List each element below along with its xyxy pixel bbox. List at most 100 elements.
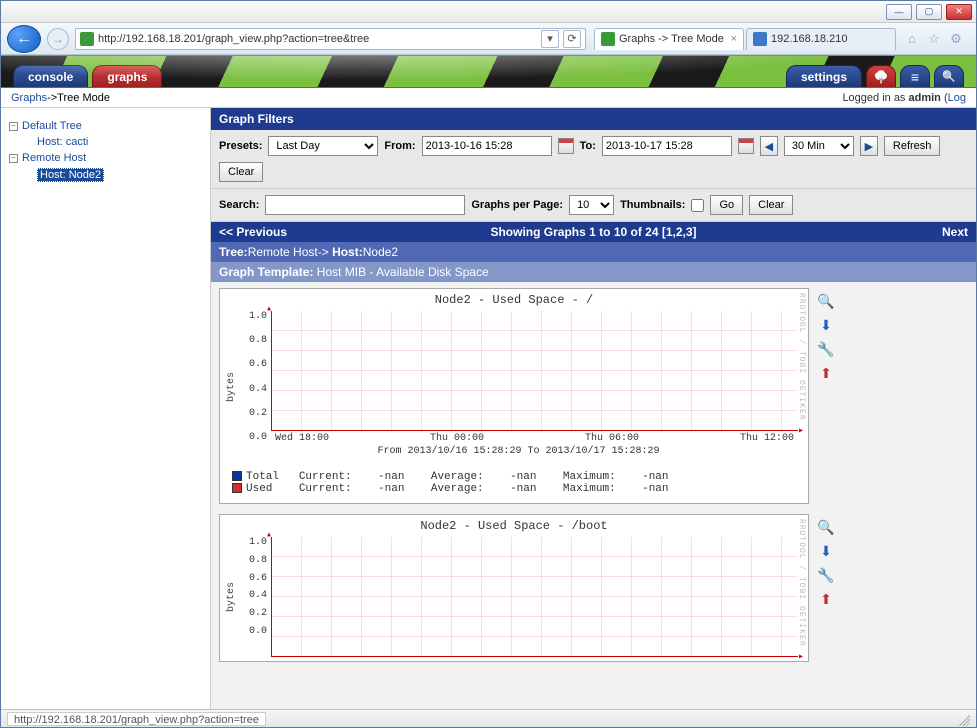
tree-collapse-icon[interactable]: − xyxy=(9,154,18,163)
reload-button[interactable]: ⟳ xyxy=(563,30,581,48)
favorites-icon[interactable]: ☆ xyxy=(926,31,942,47)
breadcrumb-bar: Graphs -> Tree Mode Logged in as admin (… xyxy=(1,88,976,108)
address-bar-text[interactable]: http://192.168.18.201/graph_view.php?act… xyxy=(98,33,537,45)
csv-export-icon[interactable]: ⬇ xyxy=(817,316,835,334)
window-resize-grip[interactable] xyxy=(956,712,970,726)
graph-row: RRDTOOL / TOBI OETIKER Node2 - Used Spac… xyxy=(219,288,968,504)
site-favicon xyxy=(80,32,94,46)
graph-title: Node2 - Used Space - / xyxy=(220,289,808,311)
browser-tab-inactive[interactable]: 192.168.18.210 xyxy=(746,28,896,50)
status-bar-url: http://192.168.18.201/graph_view.php?act… xyxy=(7,712,266,726)
zoom-icon[interactable]: 🔍 xyxy=(817,292,835,310)
page-top-icon[interactable]: ⬆ xyxy=(817,590,835,608)
preview-mode-icon[interactable] xyxy=(934,65,964,87)
nav-forward-button[interactable]: → xyxy=(47,28,69,50)
y-axis-label: bytes xyxy=(224,537,239,657)
shift-left-button[interactable]: ◀ xyxy=(760,136,778,156)
filters-header: Graph Filters xyxy=(211,108,976,130)
window-minimize-button[interactable]: — xyxy=(886,4,912,20)
to-date-input[interactable] xyxy=(602,136,732,156)
browser-tab-active[interactable]: Graphs -> Tree Mode × xyxy=(594,28,744,50)
pager-status: Showing Graphs 1 to 10 of 24 [1,2,3] xyxy=(490,225,696,239)
from-label: From: xyxy=(384,140,415,152)
from-date-input[interactable] xyxy=(422,136,552,156)
pager-previous-link[interactable]: << Previous xyxy=(219,225,287,239)
interval-select[interactable]: 30 Min xyxy=(784,136,854,156)
tools-gear-icon[interactable]: ⚙ xyxy=(948,31,964,47)
tab-close-icon[interactable]: × xyxy=(731,33,737,45)
nav-tab-graphs[interactable]: graphs xyxy=(92,65,162,87)
app-header-band: console graphs settings xyxy=(1,55,976,88)
thumbnails-label: Thumbnails: xyxy=(620,199,685,211)
graph-legend: Total Current: -nan Average: -nan Maximu… xyxy=(220,467,808,503)
tree-node-label[interactable]: Remote Host xyxy=(22,152,86,164)
tree-leaf-cacti[interactable]: Host: cacti xyxy=(9,134,202,150)
tree-sidebar: − Default Tree Host: cacti − Remote Host… xyxy=(1,108,211,711)
logout-link[interactable]: Log xyxy=(948,92,966,104)
url-dropdown-button[interactable]: ▾ xyxy=(541,30,559,48)
tree-node-label[interactable]: Default Tree xyxy=(22,120,82,132)
home-icon[interactable]: ⌂ xyxy=(904,31,920,47)
wrench-icon[interactable]: 🔧 xyxy=(817,340,835,358)
graph-card: RRDTOOL / TOBI OETIKER Node2 - Used Spac… xyxy=(219,288,809,504)
search-input[interactable] xyxy=(265,195,465,215)
to-calendar-icon[interactable] xyxy=(738,138,754,154)
graph-template-row: Graph Template: Host MIB - Available Dis… xyxy=(211,262,976,282)
breadcrumb-separator: -> xyxy=(47,92,57,104)
nav-tab-settings[interactable]: settings xyxy=(786,65,862,87)
tree-node-remotehost[interactable]: − Remote Host xyxy=(9,150,202,166)
tree-node-default[interactable]: − Default Tree xyxy=(9,118,202,134)
nav-tab-console[interactable]: console xyxy=(13,65,88,87)
page-top-icon[interactable]: ⬆ xyxy=(817,364,835,382)
search-label: Search: xyxy=(219,199,259,211)
browser-status-bar: http://192.168.18.201/graph_view.php?act… xyxy=(1,709,976,727)
tree-node-label[interactable]: Host: Node2 xyxy=(40,169,101,181)
login-username: admin xyxy=(909,92,941,104)
graph-tool-column: 🔍 ⬇ 🔧 ⬆ xyxy=(817,288,835,504)
graph-time-range: From 2013/10/16 15:28:29 To 2013/10/17 1… xyxy=(239,444,798,463)
x-axis-ticks: Wed 18:00Thu 00:00Thu 06:00Thu 12:00 xyxy=(271,431,798,444)
breadcrumb-leaf: Tree Mode xyxy=(57,92,110,104)
tree-collapse-icon[interactable]: − xyxy=(9,122,18,131)
nav-back-button[interactable]: ← xyxy=(7,25,41,53)
graph-row: RRDTOOL / TOBI OETIKER Node2 - Used Spac… xyxy=(219,514,968,662)
go-button[interactable]: Go xyxy=(710,195,743,215)
refresh-button[interactable]: Refresh xyxy=(884,136,941,156)
clear-button[interactable]: Clear xyxy=(749,195,793,215)
context-path: Tree:Remote Host-> Host:Node2 xyxy=(211,242,976,262)
plot-area xyxy=(271,537,798,657)
pager-bar: << Previous Showing Graphs 1 to 10 of 24… xyxy=(211,222,976,242)
thumbnails-checkbox[interactable] xyxy=(691,199,704,212)
window-close-button[interactable]: ✕ xyxy=(946,4,972,20)
y-axis-label: bytes xyxy=(224,311,239,463)
address-bar[interactable]: http://192.168.18.201/graph_view.php?act… xyxy=(75,28,586,50)
main-content: Graph Filters Presets: Last Day From: To… xyxy=(211,108,976,711)
legend-swatch-used xyxy=(232,483,242,493)
graph-title: Node2 - Used Space - /boot xyxy=(220,515,808,537)
tab-favicon xyxy=(601,32,615,46)
presets-select[interactable]: Last Day xyxy=(268,136,378,156)
from-calendar-icon[interactable] xyxy=(558,138,574,154)
graph-card: RRDTOOL / TOBI OETIKER Node2 - Used Spac… xyxy=(219,514,809,662)
rrdtool-watermark: RRDTOOL / TOBI OETIKER xyxy=(797,293,806,421)
gpp-label: Graphs per Page: xyxy=(471,199,563,211)
csv-export-icon[interactable]: ⬇ xyxy=(817,542,835,560)
tree-leaf-node2[interactable]: Host: Node2 xyxy=(9,166,202,184)
list-mode-icon[interactable] xyxy=(900,65,930,87)
clear-top-button[interactable]: Clear xyxy=(219,162,263,182)
wrench-icon[interactable]: 🔧 xyxy=(817,566,835,584)
tree-node-label[interactable]: Host: cacti xyxy=(37,136,88,148)
login-status: Logged in as admin (Log xyxy=(842,92,966,104)
tree-mode-icon[interactable] xyxy=(866,65,896,87)
y-axis-ticks: 1.00.80.60.40.20.0 xyxy=(239,537,267,637)
breadcrumb-root-link[interactable]: Graphs xyxy=(11,92,47,104)
legend-swatch-total xyxy=(232,471,242,481)
zoom-icon[interactable]: 🔍 xyxy=(817,518,835,536)
graph-list[interactable]: RRDTOOL / TOBI OETIKER Node2 - Used Spac… xyxy=(211,282,976,711)
tab-favicon xyxy=(753,32,767,46)
pager-next-link[interactable]: Next xyxy=(942,225,968,239)
shift-right-button[interactable]: ▶ xyxy=(860,136,878,156)
filter-row-2: Search: Graphs per Page: 10 Thumbnails: … xyxy=(211,189,976,222)
gpp-select[interactable]: 10 xyxy=(569,195,614,215)
window-maximize-button[interactable]: ▢ xyxy=(916,4,942,20)
